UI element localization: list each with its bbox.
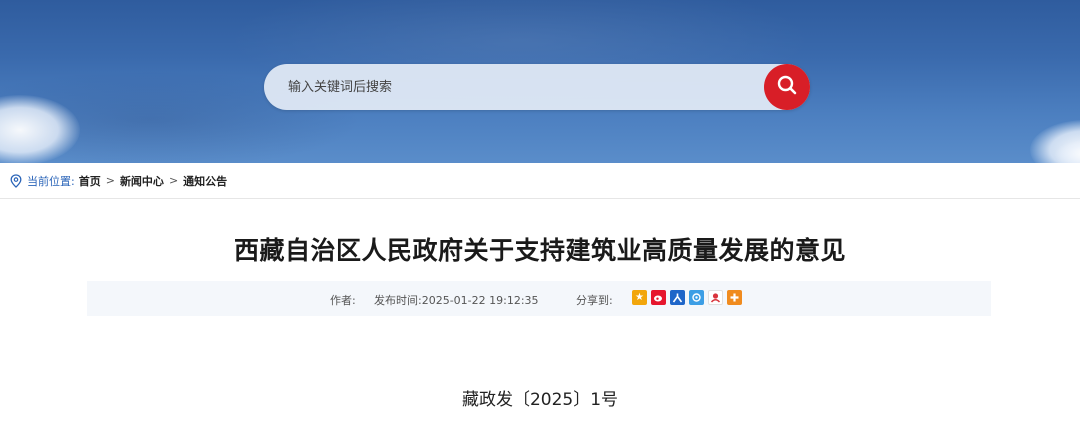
- search-box: [264, 64, 810, 110]
- author-label: 作者:: [330, 294, 356, 307]
- breadcrumb-separator: >: [168, 174, 179, 187]
- share-label: 分享到:: [576, 294, 613, 307]
- search-input[interactable]: [288, 64, 748, 110]
- publish-date-value: 2025-01-22 19:12:35: [421, 294, 539, 307]
- breadcrumb: 当前位置: 首页 > 新闻中心 > 通知公告: [0, 163, 1080, 199]
- more-icon[interactable]: [727, 290, 742, 305]
- breadcrumb-label: 当前位置:: [27, 174, 75, 188]
- breadcrumb-home[interactable]: 首页: [79, 173, 101, 189]
- article-meta-bar: 作者: 发布时间:2025-01-22 19:12:35 分享到: ★: [87, 281, 991, 316]
- search-icon: [776, 74, 798, 100]
- search-button[interactable]: [764, 64, 810, 110]
- header-banner: [0, 0, 1080, 163]
- tencent-weibo-icon[interactable]: [689, 290, 704, 305]
- article-title: 西藏自治区人民政府关于支持建筑业高质量发展的意见: [233, 236, 846, 265]
- location-pin-icon: [10, 173, 22, 188]
- publish-date-label: 发布时间:: [374, 294, 422, 307]
- share-icons: ★: [632, 290, 742, 305]
- people-icon[interactable]: [670, 290, 685, 305]
- breadcrumb-notices[interactable]: 通知公告: [183, 173, 227, 189]
- breadcrumb-separator: >: [105, 174, 115, 187]
- qzone-icon[interactable]: ★: [632, 290, 647, 305]
- publish-date: 发布时间:2025-01-22 19:12:35: [374, 292, 539, 308]
- breadcrumb-news-center[interactable]: 新闻中心: [120, 173, 164, 189]
- document-number: 藏政发〔2025〕1号: [461, 390, 619, 410]
- renren-icon[interactable]: [708, 290, 723, 305]
- weibo-icon[interactable]: [651, 290, 666, 305]
